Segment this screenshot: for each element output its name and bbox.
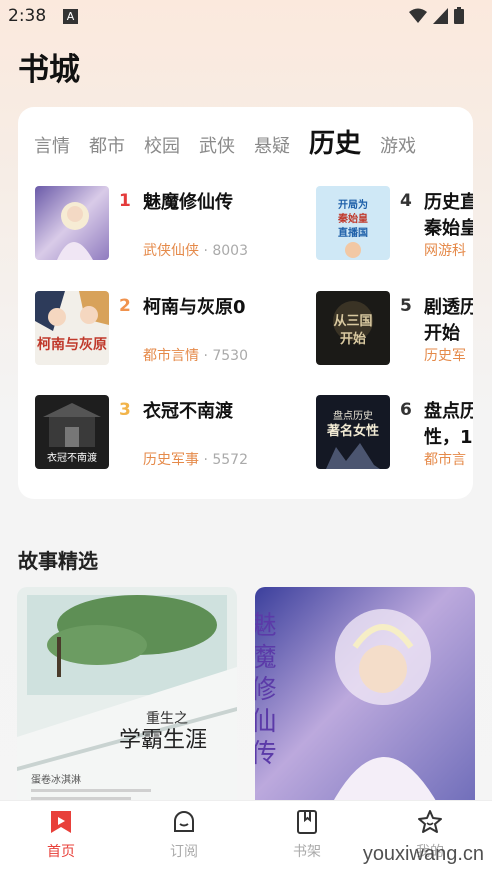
- rank-item-4[interactable]: 开局为 秦始皇 直播国 4 历史直 秦始皇 网游科: [316, 186, 473, 260]
- book-title: 衣冠不南渡: [143, 401, 233, 422]
- rank-number: 2: [119, 296, 131, 316]
- book-cover: 开局为 秦始皇 直播国: [316, 186, 390, 260]
- tab-history[interactable]: 历史: [309, 129, 361, 159]
- rank-number: 4: [400, 191, 412, 211]
- book-count: 8003: [212, 243, 248, 259]
- tab-urban[interactable]: 都市: [89, 135, 125, 159]
- tab-game[interactable]: 游戏: [380, 135, 416, 159]
- svg-text:著名女性: 著名女性: [326, 423, 379, 439]
- book-category: 历史军事: [143, 452, 199, 468]
- svg-text:开始: 开始: [340, 331, 366, 347]
- story-card-2[interactable]: 魅魔修仙传: [255, 587, 475, 817]
- svg-text:盘点历史: 盘点历史: [333, 409, 373, 422]
- svg-text:柯南与灰原: 柯南与灰原: [37, 336, 107, 353]
- nav-label: 书架: [293, 844, 321, 860]
- svg-text:蛋卷冰淇淋: 蛋卷冰淇淋: [31, 773, 81, 786]
- status-icons: [409, 7, 464, 24]
- book-meta: 历史军事 · 5572: [143, 452, 248, 468]
- rank-number: 3: [119, 400, 131, 420]
- category-tabs: 言情 都市 校园 武侠 悬疑 历史 游戏: [34, 129, 435, 159]
- book-title: 柯南与灰原0: [143, 297, 246, 318]
- book-title-line2: 开始: [424, 323, 460, 344]
- book-meta: 都市言情 · 7530: [143, 348, 248, 364]
- book-title: 盘点历: [424, 401, 473, 422]
- book-title: 魅魔修仙传: [143, 192, 233, 213]
- bookmark-play-icon: [51, 811, 71, 833]
- star-face-icon: [418, 810, 442, 833]
- rank-item-3[interactable]: 衣冠不南渡 3 衣冠不南渡 历史军事 · 5572: [35, 395, 335, 469]
- section-title-stories: 故事精选: [18, 549, 98, 573]
- book-count: 5572: [212, 452, 248, 468]
- book-cover: 从三国 开始: [316, 291, 390, 365]
- book-cover: 衣冠不南渡: [35, 395, 109, 469]
- nav-label: 首页: [47, 844, 75, 860]
- nav-home[interactable]: 首页: [21, 809, 101, 861]
- signal-icon: [433, 7, 448, 24]
- story-card-1[interactable]: 重生之 学霸生涯 蛋卷冰淇淋: [17, 587, 237, 817]
- svg-text:魅魔修仙传: 魅魔修仙传: [255, 611, 276, 771]
- svg-text:重生之: 重生之: [146, 711, 188, 727]
- watermark-text: youxiwang.cn: [362, 843, 484, 865]
- nav-subscribe[interactable]: 订阅: [144, 809, 224, 861]
- status-bar: 2:38 A: [0, 0, 492, 34]
- status-time: 2:38: [8, 6, 47, 26]
- book-cover: 盘点历史 著名女性: [316, 395, 390, 469]
- page-title: 书城: [18, 52, 80, 88]
- svg-text:直播国: 直播国: [338, 226, 368, 239]
- book-title: 历史直: [424, 192, 473, 213]
- book-category: 都市言情: [143, 348, 199, 364]
- book-meta: 武侠仙侠 · 8003: [143, 243, 248, 259]
- rank-item-2[interactable]: 柯南与灰原 2 柯南与灰原0 都市言情 · 7530: [35, 291, 335, 365]
- svg-text:开局为: 开局为: [338, 198, 368, 211]
- battery-icon: [454, 7, 464, 24]
- book-cover: [35, 186, 109, 260]
- rank-item-5[interactable]: 从三国开始 5 剧透历 开始 历史军: [316, 291, 473, 365]
- book-icon: [297, 810, 317, 834]
- nav-label: 订阅: [170, 844, 198, 860]
- tab-romance[interactable]: 言情: [34, 135, 70, 159]
- rank-number: 5: [400, 296, 412, 316]
- svg-text:从三国: 从三国: [333, 314, 372, 329]
- svg-text:衣冠不南渡: 衣冠不南渡: [47, 451, 97, 464]
- wifi-icon: [409, 8, 427, 23]
- svg-text:学霸生涯: 学霸生涯: [119, 728, 207, 753]
- subscribe-icon: [174, 811, 194, 832]
- book-title-line2: 秦始皇: [424, 218, 473, 239]
- book-category: 都市言: [424, 452, 466, 468]
- tab-wuxia[interactable]: 武侠: [199, 135, 235, 159]
- rank-item-6[interactable]: 盘点历史 著名女性 6 盘点历 性，1 都市言: [316, 395, 473, 469]
- book-title: 剧透历: [424, 297, 473, 318]
- book-cover: 柯南与灰原: [35, 291, 109, 365]
- nav-bookshelf[interactable]: 书架: [267, 809, 347, 861]
- svg-text:秦始皇: 秦始皇: [337, 212, 368, 225]
- book-category: 历史军: [424, 348, 466, 364]
- rank-item-1[interactable]: 1 魅魔修仙传 武侠仙侠 · 8003: [35, 186, 335, 260]
- ranking-card: 言情 都市 校园 武侠 悬疑 历史 游戏 1 魅魔修仙传 武侠仙侠 · 8003…: [18, 107, 473, 499]
- rank-number: 1: [119, 191, 131, 211]
- book-category: 武侠仙侠: [143, 243, 199, 259]
- rank-number: 6: [400, 400, 412, 420]
- book-count: 7530: [212, 348, 248, 364]
- notification-a-icon: A: [63, 9, 78, 24]
- tab-suspense[interactable]: 悬疑: [254, 135, 290, 159]
- book-category: 网游科: [424, 243, 466, 259]
- book-title-line2: 性，1: [424, 427, 473, 448]
- tab-campus[interactable]: 校园: [144, 135, 180, 159]
